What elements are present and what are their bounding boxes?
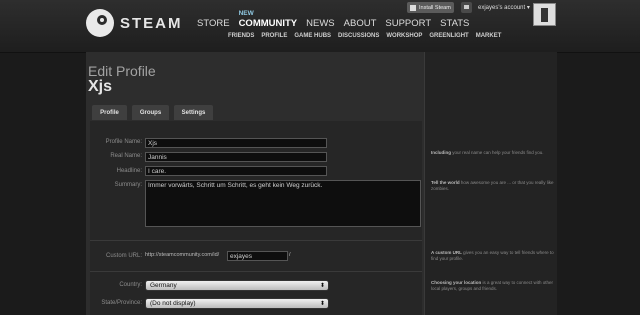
nav-store[interactable]: STORE [197, 18, 230, 29]
tab-profile[interactable]: Profile [92, 105, 127, 120]
subnav-game-hubs[interactable]: GAME HUBS [294, 33, 331, 39]
profile-tabs: Profile Groups Settings [92, 105, 213, 120]
nav-support[interactable]: SUPPORT [385, 18, 431, 29]
subnav-discussions[interactable]: DISCUSSIONS [338, 33, 379, 39]
country-label: Country: [119, 282, 142, 288]
download-icon [410, 4, 416, 11]
avatar[interactable] [533, 3, 556, 26]
steam-logo[interactable]: STEAM [86, 9, 183, 37]
divider [90, 240, 422, 241]
main-nav: STORE NEW COMMUNITY NEWS ABOUT SUPPORT ST… [197, 10, 478, 29]
nav-community-label: COMMUNITY [238, 18, 298, 29]
real-name-input[interactable] [145, 152, 327, 162]
select-arrows-icon: ⬍ [319, 301, 325, 307]
top-header: STEAM STORE NEW COMMUNITY NEWS ABOUT SUPP… [0, 0, 640, 53]
nav-news[interactable]: NEWS [306, 18, 335, 29]
tab-groups[interactable]: Groups [132, 105, 169, 120]
country-select[interactable]: Germany ⬍ [145, 280, 329, 291]
state-label: State/Province: [101, 300, 142, 306]
headline-input[interactable] [145, 166, 327, 176]
custom-url-input[interactable] [227, 251, 288, 261]
subnav-greenlight[interactable]: GREENLIGHT [429, 33, 468, 39]
country-value: Germany [150, 282, 177, 289]
nav-community[interactable]: NEW COMMUNITY [238, 10, 298, 29]
profile-name-label: Profile Name: [105, 139, 142, 145]
new-badge: NEW [238, 10, 254, 17]
tip-location: Choosing your location is a great way to… [431, 280, 554, 291]
headline-label: Headline: [116, 168, 142, 174]
divider [90, 271, 422, 272]
nav-about[interactable]: ABOUT [344, 18, 377, 29]
nav-stats[interactable]: STATS [440, 18, 469, 29]
install-steam-button[interactable]: Install Steam [407, 2, 454, 13]
tips-sidebar: Including your real name can help your f… [424, 52, 557, 315]
page-title: Edit Profile [88, 63, 156, 79]
state-select[interactable]: (Do not display) ⬍ [145, 298, 329, 309]
profile-name-heading: Xjs [88, 78, 113, 95]
tip-summary: Tell the world how awesome you are ... o… [431, 180, 554, 191]
state-value: (Do not display) [150, 300, 196, 307]
tip-custom-url: A custom URL gives you an easy way to te… [431, 250, 554, 261]
subnav-profile[interactable]: PROFILE [261, 33, 287, 39]
custom-url-suffix: / [289, 252, 291, 258]
tab-settings[interactable]: Settings [174, 105, 213, 120]
account-dropdown[interactable]: exjayes's account ▾ [478, 4, 530, 11]
profile-name-input[interactable] [145, 138, 327, 148]
subnav-friends[interactable]: FRIENDS [228, 33, 254, 39]
select-arrows-icon: ⬍ [319, 283, 325, 289]
subnav-workshop[interactable]: WORKSHOP [386, 33, 422, 39]
summary-textarea[interactable]: Immer vorwärts, Schritt um Schritt, es g… [145, 180, 421, 227]
subnav-market[interactable]: MARKET [476, 33, 502, 39]
summary-label: Summary: [114, 182, 142, 188]
custom-url-label: Custom URL: [105, 253, 142, 259]
custom-url-prefix: http://steamcommunity.com/id/ [145, 252, 220, 258]
notification-envelope-icon[interactable] [461, 2, 472, 13]
install-steam-label: Install Steam [419, 4, 451, 11]
logo-text: STEAM [120, 14, 183, 32]
tip-real-name: Including your real name can help your f… [431, 150, 544, 155]
real-name-label: Real Name: [110, 153, 142, 159]
community-subnav: FRIENDS PROFILE GAME HUBS DISCUSSIONS WO… [228, 33, 508, 39]
steam-logo-icon [86, 9, 114, 37]
